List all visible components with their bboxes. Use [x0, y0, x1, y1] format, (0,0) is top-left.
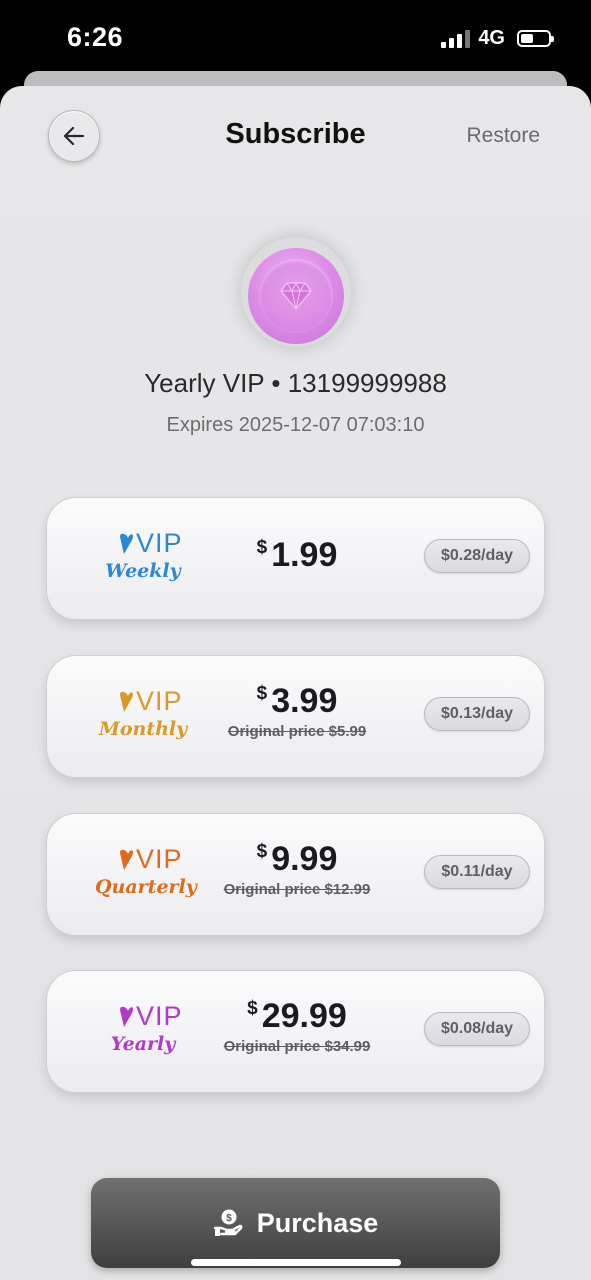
per-day-badge: $0.13/day	[424, 697, 530, 731]
purchase-label: Purchase	[256, 1207, 379, 1238]
original-price: Original price $12.99	[223, 881, 371, 898]
vip-badge	[248, 248, 344, 344]
per-day-badge: $0.11/day	[424, 855, 530, 889]
status-indicators: 4G	[441, 27, 554, 50]
vip-text: VIP	[136, 844, 183, 874]
vip-heart-icon	[120, 691, 133, 712]
plan-price: $29.99	[247, 997, 347, 1035]
home-indicator[interactable]	[191, 1259, 401, 1266]
money-hand-icon: $	[213, 1209, 243, 1236]
price-block: $1.99	[197, 536, 397, 575]
expiry-date: Expires 2025-12-07 07:03:10	[166, 414, 425, 436]
subscribe-screen: 6:26 4G Subscribe Restore Yearly VIP • 1…	[0, 0, 591, 1280]
plan-logo: VIP Monthly	[95, 682, 191, 752]
per-day-badge: $0.08/day	[424, 1012, 530, 1046]
diamond-icon	[280, 281, 312, 310]
vip-text: VIP	[136, 686, 183, 716]
plan-price: $3.99	[256, 682, 338, 720]
original-price: Original price $34.99	[223, 1038, 371, 1055]
plan-name: Yearly	[110, 1033, 176, 1055]
plan-price: $1.99	[256, 536, 338, 574]
price-block: $29.99 Original price $34.99	[197, 997, 397, 1055]
plan-name: Quarterly	[95, 876, 197, 898]
plan-logo: VIP Yearly	[95, 997, 191, 1067]
per-day-badge: $0.28/day	[424, 539, 530, 573]
purchase-button[interactable]: $ Purchase	[91, 1178, 500, 1268]
battery-icon	[517, 30, 554, 47]
signal-icon	[441, 29, 471, 48]
vip-status: Yearly VIP • 13199999988	[144, 368, 447, 398]
plan-card-weekly[interactable]: VIP Weekly $1.99 $0.28/day	[46, 497, 545, 620]
price-block: $9.99 Original price $12.99	[197, 840, 397, 898]
vip-text: VIP	[136, 528, 183, 558]
status-time: 6:26	[67, 22, 124, 52]
plan-logo: VIP Quarterly	[95, 840, 197, 910]
restore-button[interactable]: Restore	[466, 124, 540, 148]
plan-price: $9.99	[256, 840, 338, 878]
vip-heart-icon	[120, 849, 133, 870]
plan-card-monthly[interactable]: VIP Monthly $3.99 Original price $5.99 $…	[46, 655, 545, 778]
plan-card-quarterly[interactable]: VIP Quarterly $9.99 Original price $12.9…	[46, 813, 545, 936]
status-bar: 6:26 4G	[0, 0, 591, 74]
network-type: 4G	[478, 27, 505, 49]
price-block: $3.99 Original price $5.99	[197, 682, 397, 740]
plan-logo: VIP Weekly	[95, 524, 191, 594]
vip-heart-icon	[120, 533, 133, 554]
plan-name: Weekly	[105, 560, 181, 582]
vip-text: VIP	[136, 1001, 183, 1031]
original-price: Original price $5.99	[227, 723, 367, 740]
plan-card-yearly[interactable]: VIP Yearly $29.99 Original price $34.99 …	[46, 970, 545, 1093]
vip-heart-icon	[120, 1006, 133, 1027]
svg-text:$: $	[226, 1213, 232, 1224]
plan-name: Monthly	[98, 718, 188, 740]
